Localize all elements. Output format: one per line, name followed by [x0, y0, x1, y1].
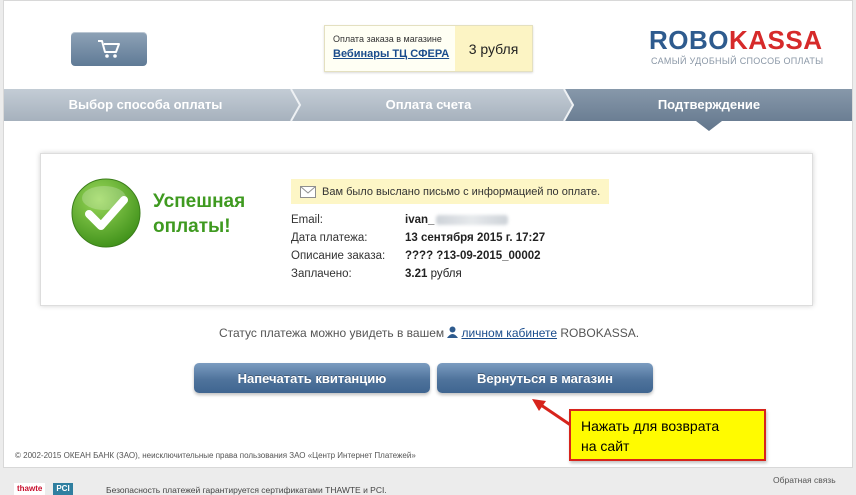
return-to-shop-button[interactable]: Вернуться в магазин	[437, 363, 653, 393]
order-caption: Оплата заказа в магазине	[333, 34, 442, 44]
robokassa-logo: ROBOKASSA	[649, 25, 823, 55]
annotation-callout: Нажать для возврата на сайт	[569, 409, 766, 461]
copyright: © 2002-2015 ОКЕАН БАНК (ЗАО), неисключит…	[15, 451, 416, 460]
detail-row-email: Email: ivan_	[291, 211, 711, 229]
success-check-icon	[71, 178, 141, 248]
detail-row-date: Дата платежа: 13 сентября 2015 г. 17:27	[291, 232, 546, 244]
payment-details: Email: ivan_ Дата платежа: 13 сентября 2…	[291, 211, 711, 283]
pci-badge: PCI	[53, 483, 73, 495]
feedback-link[interactable]: Обратная связь	[773, 475, 836, 485]
personal-account-link[interactable]: личном кабинете	[461, 326, 557, 340]
detail-row-description: Описание заказа: ???? ?13-09-2015_00002	[291, 250, 541, 262]
print-receipt-button[interactable]: Напечатать квитанцию	[194, 363, 430, 393]
detail-row-paid: Заплачено: 3.21 рубля	[291, 268, 462, 280]
email-notice: Вам было выслано письмо с информацией по…	[291, 179, 610, 204]
step-confirmation: Подтверждение	[657, 97, 761, 112]
success-title: Успешная оплаты!	[153, 191, 246, 237]
user-icon	[447, 326, 459, 338]
steps-bar: Выбор способа оплаты Оплата счета Подтве…	[4, 89, 852, 131]
certificate-badges: thawte PCI	[14, 483, 73, 495]
order-price: 3 рубля	[455, 26, 532, 71]
shop-link[interactable]: Вебинары ТЦ СФЕРА	[333, 48, 449, 60]
cart-icon	[98, 40, 120, 58]
step-payment-method: Выбор способа оплаты	[68, 97, 223, 112]
status-text: Статус платежа можно увидеть в вашем лич…	[218, 326, 640, 340]
envelope-icon	[300, 185, 316, 198]
result-card: Успешная оплаты! Вам было выслано письмо…	[40, 153, 813, 306]
order-info-box: Оплата заказа в магазине Вебинары ТЦ СФЕ…	[324, 25, 533, 72]
cart-button[interactable]	[71, 32, 147, 66]
redacted-email	[436, 214, 509, 225]
thawte-badge: thawte	[14, 483, 46, 495]
logo-tagline: САМЫЙ УДОБНЫЙ СПОСОБ ОПЛАТЫ	[651, 56, 824, 66]
step-invoice-payment: Оплата счета	[385, 97, 472, 112]
payment-page: Оплата заказа в магазине Вебинары ТЦ СФЕ…	[3, 0, 853, 468]
security-note: Безопасность платежей гарантируется серт…	[106, 485, 387, 495]
